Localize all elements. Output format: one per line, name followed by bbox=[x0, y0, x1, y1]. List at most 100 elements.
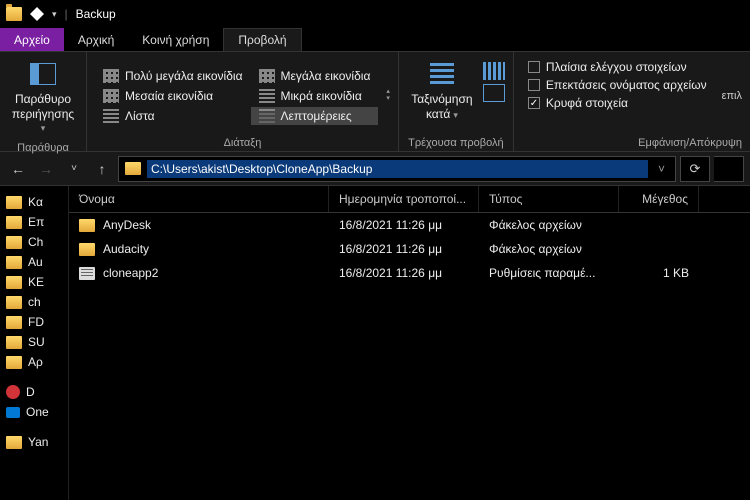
layout-large[interactable]: Μεγάλα εικονίδια bbox=[251, 67, 379, 85]
sidebar-item[interactable]: Ch bbox=[0, 232, 68, 252]
item-date: 16/8/2021 11:26 μμ bbox=[329, 240, 479, 258]
sidebar-item[interactable]: One bbox=[0, 402, 68, 422]
column-size[interactable]: Μέγεθος bbox=[619, 186, 699, 212]
column-name[interactable]: Όνομα bbox=[69, 186, 329, 212]
column-type[interactable]: Τύπος bbox=[479, 186, 619, 212]
folder-icon bbox=[6, 316, 22, 329]
address-dropdown-icon[interactable]: ˅ bbox=[654, 162, 669, 176]
list-icon bbox=[103, 109, 119, 123]
chevron-down-icon: ▾ bbox=[453, 110, 458, 120]
sidebar-item[interactable]: Yan bbox=[0, 432, 68, 452]
content-area: Kα Επ Ch AuKEchFDSU Αρ D One Yan Όνομα Ημερομην… bbox=[0, 186, 750, 500]
sidebar-item[interactable]: Au bbox=[0, 252, 68, 272]
sort-by-button[interactable]: Ταξινόμηση κατά ▾ bbox=[407, 58, 477, 124]
file-extensions-toggle[interactable]: Επεκτάσεις ονόματος αρχείων bbox=[528, 78, 707, 92]
item-date: 16/8/2021 11:26 μμ bbox=[329, 216, 479, 234]
window-title: Backup bbox=[76, 7, 116, 21]
layout-list[interactable]: Λίστα bbox=[95, 107, 251, 125]
item-name: AnyDesk bbox=[103, 218, 151, 232]
folder-icon bbox=[6, 236, 22, 249]
qat-dropdown-icon[interactable]: ▾ bbox=[52, 9, 57, 20]
column-date[interactable]: Ημερομηνία τροποποί... bbox=[329, 186, 479, 212]
sidebar-item-label: One bbox=[26, 405, 49, 419]
ribbon-group-layout: Πολύ μεγάλα εικονίδια Μεγάλα εικονίδια Μ… bbox=[87, 52, 399, 151]
item-size bbox=[619, 223, 699, 227]
sidebar-item[interactable]: Αρ bbox=[0, 352, 68, 372]
item-name: Audacity bbox=[103, 242, 149, 256]
pin-icon[interactable] bbox=[30, 7, 44, 21]
navigation-pane-icon bbox=[27, 60, 59, 88]
folder-icon bbox=[6, 276, 22, 289]
checkbox-icon bbox=[528, 61, 540, 73]
item-name: cloneapp2 bbox=[103, 266, 158, 280]
sidebar-item[interactable]: Επ bbox=[0, 212, 68, 232]
forward-button[interactable]: → bbox=[34, 157, 58, 181]
small-icons-icon bbox=[259, 89, 275, 103]
folder-icon bbox=[6, 336, 22, 349]
ribbon-group-show-hide: Πλαίσια ελέγχου στοιχείων Επεκτάσεις ονό… bbox=[514, 52, 750, 151]
folder-icon bbox=[6, 256, 22, 269]
medium-icons-icon bbox=[103, 89, 119, 103]
folder-icon bbox=[6, 296, 22, 309]
folder-icon bbox=[79, 243, 95, 256]
ribbon-tabs: Αρχείο Αρχική Κοινή χρήση Προβολή bbox=[0, 28, 750, 52]
back-button[interactable]: ← bbox=[6, 157, 30, 181]
column-headers[interactable]: Όνομα Ημερομηνία τροποποί... Τύπος Μέγεθ… bbox=[69, 186, 750, 213]
up-button[interactable]: ↑ bbox=[90, 157, 114, 181]
item-checkboxes-toggle[interactable]: Πλαίσια ελέγχου στοιχείων bbox=[528, 60, 707, 74]
navigation-pane-button[interactable]: Παράθυρο περιήγησης ▾ bbox=[8, 58, 78, 138]
sidebar-item-label: D bbox=[26, 385, 35, 399]
sidebar-item-label: Yan bbox=[28, 435, 48, 449]
tab-home[interactable]: Αρχική bbox=[64, 28, 128, 51]
navigation-tree[interactable]: Kα Επ Ch AuKEchFDSU Αρ D One Yan bbox=[0, 186, 68, 500]
item-size bbox=[619, 247, 699, 251]
list-item[interactable]: AnyDesk 16/8/2021 11:26 μμΦάκελος αρχείων bbox=[69, 213, 750, 237]
sidebar-item-label: Αρ bbox=[28, 355, 43, 369]
item-type: Ρυθμίσεις παραμέ... bbox=[479, 264, 619, 282]
refresh-button[interactable]: ⟳ bbox=[680, 156, 710, 182]
layout-extra-large[interactable]: Πολύ μεγάλα εικονίδια bbox=[95, 67, 251, 85]
group-label-show-hide: Εμφάνιση/Απόκρυψη bbox=[522, 133, 742, 149]
ribbon: Παράθυρο περιήγησης ▾ Παράθυρα Πολύ μεγά… bbox=[0, 52, 750, 152]
layout-gallery-scroll[interactable]: ▴▾ bbox=[386, 89, 390, 102]
layout-small[interactable]: Μικρά εικονίδια bbox=[251, 87, 379, 105]
file-list: Όνομα Ημερομηνία τροποποί... Τύπος Μέγεθ… bbox=[68, 186, 750, 500]
address-bar[interactable]: ˅ bbox=[118, 156, 676, 182]
group-label-layout: Διάταξη bbox=[95, 133, 390, 149]
sidebar-item[interactable]: Kα bbox=[0, 192, 68, 212]
list-item[interactable]: Audacity16/8/2021 11:26 μμΦάκελος αρχείω… bbox=[69, 237, 750, 261]
recent-locations-button[interactable]: ˅ bbox=[62, 157, 86, 181]
add-columns-button[interactable] bbox=[483, 62, 505, 80]
sidebar-item[interactable]: ch bbox=[0, 292, 68, 312]
checkbox-icon bbox=[528, 79, 540, 91]
folder-icon bbox=[6, 7, 22, 21]
chevron-down-icon: ▾ bbox=[41, 123, 46, 133]
tab-view[interactable]: Προβολή bbox=[223, 28, 301, 51]
sidebar-item-label: Επ bbox=[28, 215, 44, 229]
sidebar-item[interactable]: D bbox=[0, 382, 68, 402]
folder-icon bbox=[6, 436, 22, 449]
folder-icon bbox=[125, 162, 141, 175]
sidebar-item-label: Ch bbox=[28, 235, 43, 249]
item-type: Φάκελος αρχείων bbox=[479, 216, 619, 234]
extra-large-icons-icon bbox=[103, 69, 119, 83]
sidebar-item[interactable]: KE bbox=[0, 272, 68, 292]
size-columns-button[interactable] bbox=[483, 84, 505, 102]
sidebar-item[interactable]: FD bbox=[0, 312, 68, 332]
large-icons-icon bbox=[259, 69, 275, 83]
folder-icon bbox=[6, 385, 20, 399]
tab-file[interactable]: Αρχείο bbox=[0, 28, 64, 51]
sidebar-item[interactable]: SU bbox=[0, 332, 68, 352]
ribbon-group-panes: Παράθυρο περιήγησης ▾ Παράθυρα bbox=[0, 52, 87, 151]
options-label: επιλ bbox=[722, 90, 742, 102]
folder-icon bbox=[6, 356, 22, 369]
search-button[interactable] bbox=[714, 156, 744, 182]
tab-share[interactable]: Κοινή χρήση bbox=[128, 28, 223, 51]
hidden-items-toggle[interactable]: Κρυφά στοιχεία bbox=[528, 96, 707, 110]
address-input[interactable] bbox=[147, 160, 648, 178]
folder-icon bbox=[6, 216, 22, 229]
layout-medium[interactable]: Μεσαία εικονίδια bbox=[95, 87, 251, 105]
group-label-current-view: Τρέχουσα προβολή bbox=[407, 133, 505, 149]
layout-details[interactable]: Λεπτομέρειες bbox=[251, 107, 379, 125]
list-item[interactable]: cloneapp216/8/2021 11:26 μμΡυθμίσεις παρ… bbox=[69, 261, 750, 285]
